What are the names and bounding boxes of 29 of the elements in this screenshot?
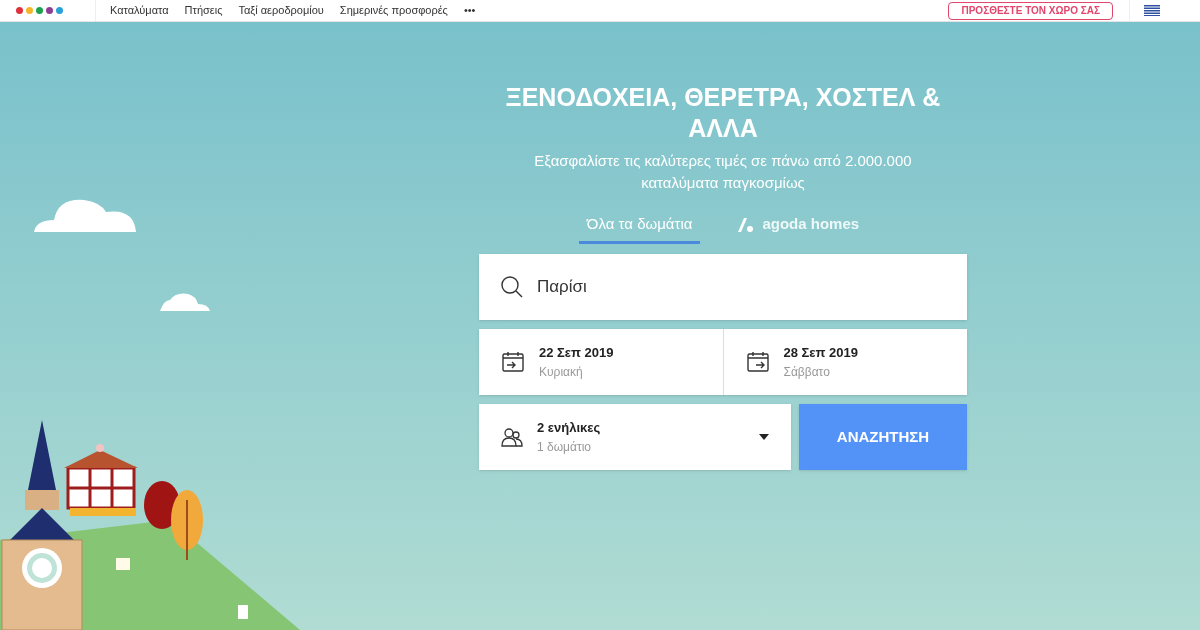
logo-dots-icon[interactable] bbox=[16, 7, 63, 14]
weekday-label: Σάββατο bbox=[783, 363, 831, 381]
greek-flag-icon[interactable] bbox=[1144, 5, 1160, 16]
cloud-icon bbox=[34, 198, 138, 234]
guests-field[interactable]: 2 ενήλικες 1 δωμάτιο bbox=[479, 404, 791, 470]
hero-subtitle: Εξασφαλίστε τις καλύτερες τιμές σε πάνω από 2.000.000 καταλύματα παγκοσμίως bbox=[533, 151, 913, 193]
rooms-count: 1 δωμάτιο bbox=[537, 438, 592, 456]
date-field[interactable]: 28 Σεπ 2019 Σάββατο bbox=[722, 329, 967, 395]
search-icon bbox=[501, 276, 523, 298]
nav-link[interactable]: Σημερινές προσφορές bbox=[339, 2, 448, 19]
nav-link[interactable]: ••• bbox=[463, 2, 476, 19]
adults-count: 2 ενήλικες bbox=[537, 419, 601, 438]
date-field[interactable]: 22 Σεπ 2019 Κυριακή bbox=[479, 329, 723, 395]
calendar-icon bbox=[745, 350, 770, 374]
nav-link[interactable]: Ταξί αεροδρομίου bbox=[238, 2, 324, 19]
caret-icon bbox=[759, 434, 769, 440]
calendar-icon bbox=[501, 350, 525, 374]
nav-link[interactable]: Πτήσεις bbox=[184, 2, 223, 19]
hero-title: ΞΕΝΟΔΟΧΕΙΑ, ΘΕΡΕΤΡΑ, ΧΟΣΤΕΛ & ΑΛΛΑ bbox=[504, 82, 942, 144]
destination-field[interactable]: Παρίσι bbox=[479, 254, 967, 320]
date-value: 28 Σεπ 2019 bbox=[783, 344, 859, 363]
destination-value: Παρίσι bbox=[537, 276, 587, 299]
weekday-label: Κυριακή bbox=[539, 363, 584, 381]
nav-link[interactable]: Καταλύματα bbox=[110, 2, 169, 19]
list-property-button[interactable]: ΠΡΟΣΘΕΣΤΕ ΤΟΝ ΧΩΡΟ ΣΑΣ bbox=[948, 1, 1113, 20]
people-icon bbox=[501, 427, 523, 447]
date-value: 22 Σεπ 2019 bbox=[539, 344, 614, 363]
homes-logo-icon bbox=[738, 217, 755, 232]
cloud-icon bbox=[160, 292, 210, 312]
